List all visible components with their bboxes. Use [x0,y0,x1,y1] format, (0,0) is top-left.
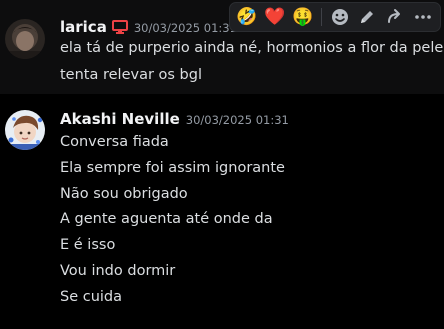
username[interactable]: Akashi Neville [60,110,180,128]
message-header: Akashi Neville 30/03/2025 01:31 [60,110,289,132]
monitor-icon [111,19,128,34]
money-mouth-emoji-icon[interactable]: 🤑 [289,4,317,30]
message-group-larica[interactable]: larica 30/03/2025 01:31 ela tá de purper… [0,0,444,94]
message-text: Ela sempre foi assim ignorante [60,160,285,176]
more-options-icon[interactable] [409,4,437,30]
message-text: ela tá de purperio ainda né, hormonios a… [60,40,444,56]
avatar[interactable] [5,110,45,150]
message-text: Se cuida [60,289,123,305]
chat-messages: larica 30/03/2025 01:31 ela tá de purper… [0,0,444,329]
heart-emoji-icon[interactable]: ❤️ [261,4,289,30]
avatar[interactable] [5,19,45,59]
message-text: E é isso [60,237,116,253]
reply-arrow-icon[interactable] [381,4,409,30]
message-action-toolbar: 🤣 ❤️ 🤑 [229,2,441,32]
message-group-akashi[interactable]: Akashi Neville 30/03/2025 01:31 Conversa… [0,94,444,329]
add-reaction-icon[interactable] [326,4,354,30]
message-text: Conversa fiada [60,134,169,150]
toolbar-divider [320,8,322,26]
timestamp[interactable]: 30/03/2025 01:31 [186,113,289,127]
timestamp[interactable]: 30/03/2025 01:31 [134,21,237,35]
message-text: Vou indo dormir [60,263,176,279]
edit-pencil-icon[interactable] [353,4,381,30]
rofl-emoji-icon[interactable]: 🤣 [233,4,261,30]
message-text: tenta relevar os bgl [60,67,202,83]
message-text: A gente aguenta até onde da [60,211,273,227]
message-header: larica 30/03/2025 01:31 [60,17,237,39]
username[interactable]: larica [60,18,107,36]
message-text: Não sou obrigado [60,186,188,202]
